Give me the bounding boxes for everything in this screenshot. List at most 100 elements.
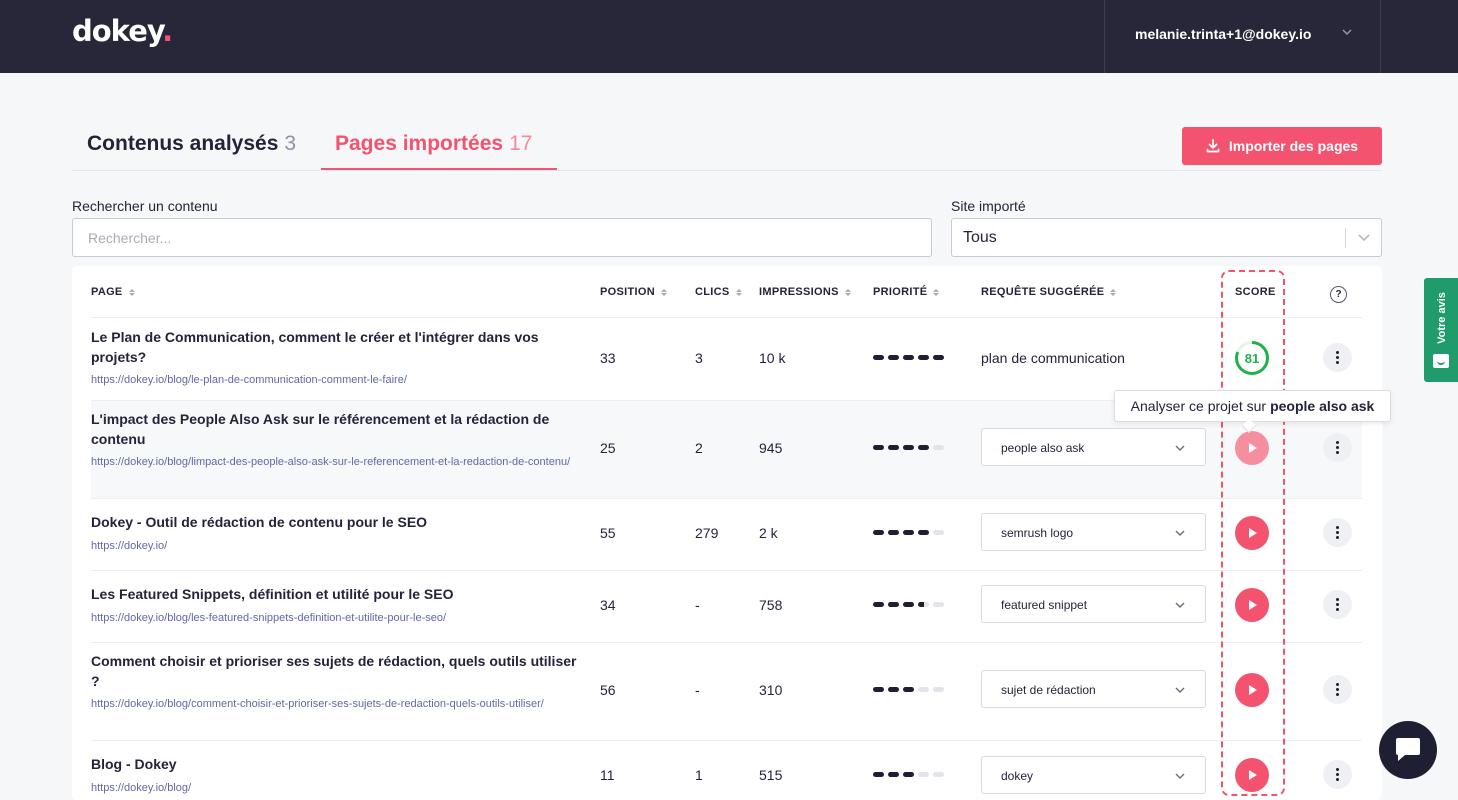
user-menu[interactable]: melanie.trinta+1@dokey.io: [1104, 0, 1381, 73]
user-email: melanie.trinta+1@dokey.io: [1135, 26, 1312, 42]
analyze-play-button[interactable]: [1235, 758, 1269, 792]
chat-bubble-icon: [1396, 738, 1420, 761]
priority-indicator: [873, 602, 944, 607]
suggested-query-text: plan de communication: [981, 350, 1125, 366]
active-tab-indicator: [321, 168, 557, 170]
tab-pages-importees[interactable]: Pages importées 17: [335, 132, 532, 156]
row-divider: [91, 317, 1362, 318]
search-input[interactable]: [73, 219, 931, 256]
chevron-down-icon: [1341, 26, 1353, 41]
position-value: 33: [600, 350, 616, 366]
position-value: 11: [600, 767, 615, 783]
page-url[interactable]: https://dokey.io/blog/: [91, 780, 581, 796]
page-url[interactable]: https://dokey.io/blog/comment-choisir-et…: [91, 696, 581, 712]
import-pages-button[interactable]: Importer des pages: [1182, 127, 1382, 165]
row-divider: [91, 498, 1362, 499]
download-icon: [1206, 139, 1220, 153]
clicks-value: -: [695, 597, 700, 613]
search-field[interactable]: [72, 218, 932, 257]
impressions-value: 2 k: [759, 525, 778, 541]
feedback-tab[interactable]: Votre avis: [1424, 278, 1458, 382]
column-header-priority[interactable]: PRIORITÉ: [873, 286, 940, 298]
clicks-value: 3: [695, 350, 703, 366]
page-title[interactable]: Dokey - Outil de rédaction de contenu po…: [91, 512, 581, 532]
row-actions-button[interactable]: [1323, 518, 1352, 547]
dokey-logo[interactable]: dokey.: [72, 14, 173, 48]
suggested-query-select[interactable]: people also ask: [981, 428, 1206, 466]
page-title[interactable]: Les Featured Snippets, définition et uti…: [91, 584, 581, 604]
page-url[interactable]: https://dokey.io/blog/les-featured-snipp…: [91, 610, 581, 626]
analyze-play-button[interactable]: [1235, 431, 1269, 465]
suggested-query-select[interactable]: featured snippet: [981, 585, 1206, 623]
analyze-play-button[interactable]: [1235, 588, 1269, 622]
smiley-icon: [1433, 354, 1449, 368]
search-label: Rechercher un contenu: [72, 198, 218, 214]
analyze-play-button[interactable]: [1235, 673, 1269, 707]
page-title[interactable]: Le Plan de Communication, comment le cré…: [91, 327, 581, 367]
row-divider: [91, 642, 1362, 643]
sort-icon: [933, 288, 940, 296]
chat-button[interactable]: [1379, 721, 1437, 779]
top-bar: dokey. melanie.trinta+1@dokey.io: [0, 0, 1458, 73]
sort-icon: [128, 288, 135, 296]
score-gauge: 81: [1234, 340, 1270, 376]
priority-indicator: [873, 445, 944, 450]
select-separator: [1345, 228, 1346, 248]
tab-contenus-analyses[interactable]: Contenus analysés 3: [87, 132, 296, 156]
column-header-impressions[interactable]: IMPRESSIONS: [759, 286, 851, 298]
chevron-down-icon: [1175, 773, 1185, 779]
impressions-value: 758: [759, 597, 783, 613]
row-actions-button[interactable]: [1323, 590, 1352, 619]
page-url[interactable]: https://dokey.io/blog/le-plan-de-communi…: [91, 372, 581, 388]
tab-count: 3: [284, 132, 297, 155]
sort-icon: [735, 288, 742, 296]
impressions-value: 10 k: [759, 350, 786, 366]
chevron-down-icon: [1358, 234, 1370, 242]
page-title[interactable]: Comment choisir et prioriser ses sujets …: [91, 651, 581, 691]
feedback-label: Votre avis: [1436, 292, 1448, 344]
position-value: 56: [600, 682, 616, 698]
score-value: 81: [1244, 351, 1260, 366]
suggested-query-select[interactable]: dokey: [981, 756, 1206, 794]
row-actions-button[interactable]: [1323, 760, 1352, 789]
page-title[interactable]: Blog - Dokey: [91, 754, 581, 774]
sort-icon: [1110, 288, 1117, 296]
clicks-value: 2: [695, 440, 703, 456]
row-actions-button[interactable]: [1323, 343, 1352, 372]
chevron-down-icon: [1175, 687, 1185, 693]
impressions-value: 945: [759, 440, 783, 456]
column-header-page[interactable]: PAGE: [91, 286, 135, 298]
priority-indicator: [873, 772, 944, 777]
column-header-clicks[interactable]: CLICS: [695, 286, 742, 298]
clicks-value: 1: [695, 767, 703, 783]
row-divider: [91, 740, 1362, 741]
chevron-down-icon: [1175, 602, 1185, 608]
page-url[interactable]: https://dokey.io/blog/limpact-des-people…: [91, 454, 581, 470]
page-title[interactable]: L'impact des People Also Ask sur le réfé…: [91, 409, 581, 449]
column-header-position[interactable]: POSITION: [600, 286, 667, 298]
site-filter-select[interactable]: Tous: [951, 218, 1382, 257]
row-actions-button[interactable]: [1323, 675, 1352, 704]
row-actions-button[interactable]: [1323, 433, 1352, 462]
priority-indicator: [873, 687, 944, 692]
position-value: 34: [600, 597, 616, 613]
help-icon[interactable]: ?: [1330, 286, 1347, 303]
impressions-value: 515: [759, 767, 783, 783]
page-url[interactable]: https://dokey.io/: [91, 538, 581, 554]
clicks-value: 279: [695, 525, 719, 541]
site-filter-label: Site importé: [951, 198, 1026, 214]
priority-indicator: [873, 530, 944, 535]
position-value: 25: [600, 440, 616, 456]
suggested-query-select[interactable]: sujet de rédaction: [981, 670, 1206, 708]
column-header-score: SCORE: [1235, 286, 1276, 298]
sort-icon: [660, 288, 667, 296]
position-value: 55: [600, 525, 616, 541]
tab-count: 17: [509, 132, 533, 155]
impressions-value: 310: [759, 682, 783, 698]
column-header-query[interactable]: REQUÊTE SUGGÉRÉE: [981, 286, 1117, 298]
chevron-down-icon: [1175, 530, 1185, 536]
site-filter-value: Tous: [963, 229, 997, 246]
chevron-down-icon: [1175, 445, 1185, 451]
analyze-play-button[interactable]: [1235, 516, 1269, 550]
suggested-query-select[interactable]: semrush logo: [981, 513, 1206, 551]
